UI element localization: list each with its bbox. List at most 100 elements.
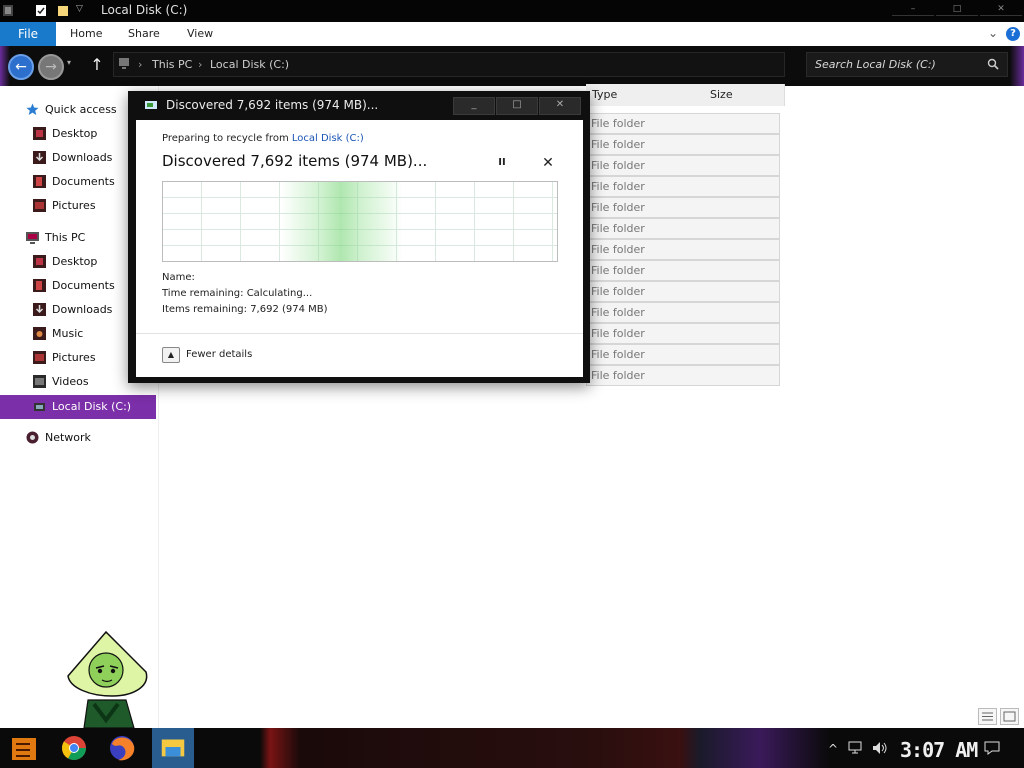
explorer-app-icon[interactable] xyxy=(2,4,14,17)
recent-locations-icon[interactable]: ▾ xyxy=(67,58,71,67)
time-remaining: Time remaining: Calculating... xyxy=(162,288,313,299)
file-type-label: File folder xyxy=(591,222,645,235)
file-type-cell[interactable]: File folder xyxy=(586,155,780,176)
expand-ribbon-icon[interactable]: ⌄ xyxy=(988,26,998,40)
details-view-icon xyxy=(982,712,993,721)
up-button[interactable]: ↑ xyxy=(86,54,108,76)
help-icon[interactable]: ? xyxy=(1006,27,1020,41)
column-header-type[interactable]: Type xyxy=(586,84,705,106)
file-type-cell[interactable]: File folder xyxy=(586,113,780,134)
file-type-cell[interactable]: File folder xyxy=(586,134,780,155)
progress-graph xyxy=(162,181,558,262)
music-folder-icon xyxy=(33,327,46,340)
properties-icon[interactable] xyxy=(35,4,47,17)
column-header-size[interactable]: Size xyxy=(704,84,785,106)
documents-folder-icon xyxy=(33,279,46,292)
network-icon[interactable] xyxy=(848,741,864,755)
file-type-label: File folder xyxy=(591,180,645,193)
large-icons-view-button[interactable] xyxy=(1000,708,1019,725)
tab-view[interactable]: View xyxy=(187,27,213,40)
documents-folder-icon xyxy=(33,175,46,188)
dialog-heading: Discovered 7,692 items (974 MB)... xyxy=(162,152,428,170)
start-icon[interactable] xyxy=(8,732,40,764)
file-type-cell[interactable]: File folder xyxy=(586,344,780,365)
ribbon-tabs: File Home Share View ⌄ ? xyxy=(0,22,1024,47)
dialog-maximize-button[interactable]: □ xyxy=(496,97,538,115)
clock[interactable]: 3:07 AM xyxy=(900,738,978,762)
large-icons-view-icon xyxy=(1003,711,1016,722)
copy-progress-icon xyxy=(145,101,157,109)
items-remaining: Items remaining: 7,692 (974 MB) xyxy=(162,304,328,315)
source-location-link[interactable]: Local Disk (C:) xyxy=(292,133,364,144)
new-folder-icon[interactable] xyxy=(57,4,69,17)
dialog-close-button[interactable]: ✕ xyxy=(539,97,581,115)
desktop-folder-icon xyxy=(33,127,46,140)
breadcrumb-separator: › xyxy=(138,58,143,71)
maximize-button[interactable]: □ xyxy=(936,5,978,16)
file-type-cell[interactable]: File folder xyxy=(586,281,780,302)
back-button[interactable]: ← xyxy=(8,54,34,80)
title-bar: ▽ Local Disk (C:) – □ ✕ xyxy=(0,0,1024,22)
close-button[interactable]: ✕ xyxy=(980,5,1022,16)
star-icon xyxy=(26,103,39,115)
file-type-cell[interactable]: File folder xyxy=(586,260,780,281)
tab-share[interactable]: Share xyxy=(128,27,160,40)
fewer-details-button[interactable]: ▲ xyxy=(162,347,180,363)
file-type-cell[interactable]: File folder xyxy=(586,239,780,260)
tab-home[interactable]: Home xyxy=(70,27,102,40)
videos-folder-icon xyxy=(33,375,46,388)
file-type-cell[interactable]: File folder xyxy=(586,365,780,386)
dialog-minimize-button[interactable]: _ xyxy=(453,97,495,115)
file-type-label: File folder xyxy=(591,159,645,172)
sidebar-item-network[interactable]: Network xyxy=(0,427,156,449)
dialog-title: Discovered 7,692 items (974 MB)... xyxy=(166,98,379,112)
breadcrumb-this-pc[interactable]: This PC xyxy=(152,58,192,71)
firefox-icon[interactable] xyxy=(106,732,138,764)
file-type-cell[interactable]: File folder xyxy=(586,197,780,218)
file-explorer-icon xyxy=(161,739,185,757)
file-type-label: File folder xyxy=(591,369,645,382)
file-type-cell[interactable]: File folder xyxy=(586,218,780,239)
mascot-illustration xyxy=(67,630,148,728)
this-pc-icon xyxy=(26,232,39,244)
show-hidden-icons-button[interactable]: ^ xyxy=(828,742,838,756)
this-pc-icon xyxy=(119,58,129,69)
prep-text: Preparing to recycle from xyxy=(162,133,292,144)
breadcrumb-separator: › xyxy=(198,58,203,71)
search-input[interactable]: Search Local Disk (C:) xyxy=(815,58,936,71)
details-view-button[interactable] xyxy=(978,708,997,725)
search-icon[interactable] xyxy=(987,58,999,70)
drive-icon xyxy=(34,403,45,411)
window-title: Local Disk (C:) xyxy=(101,3,188,17)
file-type-label: File folder xyxy=(591,243,645,256)
file-type-label: File folder xyxy=(591,306,645,319)
file-type-cell[interactable]: File folder xyxy=(586,176,780,197)
file-type-label: File folder xyxy=(591,201,645,214)
minimize-button[interactable]: – xyxy=(892,5,934,16)
desktop-folder-icon xyxy=(33,255,46,268)
cancel-button[interactable]: ✕ xyxy=(540,155,556,171)
address-bar[interactable]: › This PC › Local Disk (C:) xyxy=(113,52,785,77)
prep-line: Preparing to recycle from Local Disk (C:… xyxy=(162,133,364,144)
file-type-cell[interactable]: File folder xyxy=(586,323,780,344)
forward-button[interactable]: → xyxy=(38,54,64,80)
pictures-folder-icon xyxy=(33,199,46,212)
search-box[interactable]: Search Local Disk (C:) xyxy=(806,52,1008,77)
downloads-folder-icon xyxy=(33,303,46,316)
tab-file[interactable]: File xyxy=(0,22,56,46)
name-label: Name: xyxy=(162,272,195,283)
chrome-icon[interactable] xyxy=(58,732,90,764)
file-type-cell[interactable]: File folder xyxy=(586,302,780,323)
quick-access-dropdown-icon[interactable]: ▽ xyxy=(76,4,83,14)
file-type-label: File folder xyxy=(591,117,645,130)
pictures-folder-icon xyxy=(33,351,46,364)
downloads-folder-icon xyxy=(33,151,46,164)
fewer-details-label[interactable]: Fewer details xyxy=(186,349,252,360)
volume-icon[interactable] xyxy=(872,741,888,755)
sidebar-item-local-disk[interactable]: Local Disk (C:) xyxy=(0,395,156,419)
pause-button[interactable]: II xyxy=(494,157,510,171)
breadcrumb-local-disk[interactable]: Local Disk (C:) xyxy=(210,58,289,71)
divider xyxy=(136,333,583,334)
file-explorer-taskbar-button[interactable] xyxy=(152,728,194,768)
notifications-icon[interactable] xyxy=(984,740,1000,756)
